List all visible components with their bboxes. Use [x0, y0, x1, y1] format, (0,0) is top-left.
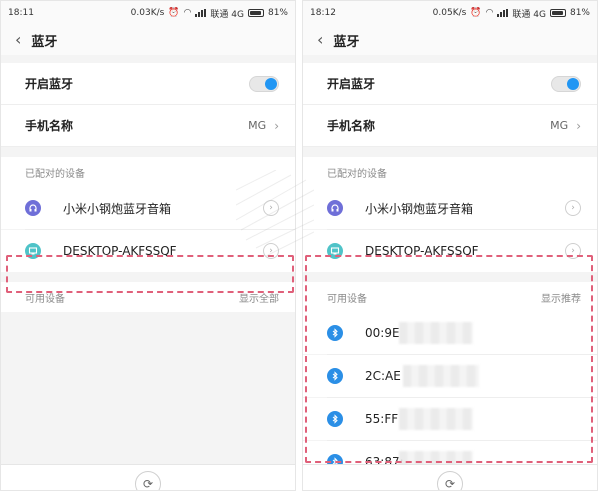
screenshot-stage: 18:11 0.03K/s ⏰ ◠ 联通 4G 81% ‹ 蓝牙 开启蓝牙 手机…	[0, 0, 598, 491]
watermark-graphic	[235, 169, 315, 270]
phone-name-row[interactable]: 手机名称 MG ›	[1, 105, 295, 147]
paired-device-row[interactable]: 小米小钢炮蓝牙音箱 ›	[303, 187, 597, 229]
network-speed: 0.05K/s	[432, 8, 467, 18]
refresh-icon[interactable]: ⟳	[135, 471, 161, 490]
bluetooth-toggle[interactable]	[551, 75, 581, 92]
battery-percent: 81%	[267, 8, 288, 18]
paired-devices-header: 已配对的设备	[303, 157, 597, 187]
bluetooth-toggle[interactable]	[249, 75, 279, 92]
highlight-box	[305, 255, 593, 463]
alarm-icon: ⏰	[168, 8, 180, 18]
headphones-icon	[327, 200, 343, 216]
bluetooth-toggle-label: 开启蓝牙	[25, 77, 74, 91]
bottom-bar: ⟳	[303, 464, 597, 490]
network-speed: 0.03K/s	[130, 8, 165, 18]
device-name: 小米小钢炮蓝牙音箱	[63, 201, 172, 216]
signal-icon	[497, 9, 509, 17]
alarm-icon: ⏰	[470, 8, 482, 18]
phone-name-row[interactable]: 手机名称 MG ›	[303, 105, 597, 147]
status-time: 18:12	[310, 8, 336, 18]
device-settings-button[interactable]: ›	[565, 200, 581, 216]
signal-icon	[195, 9, 207, 17]
chevron-left-icon[interactable]: ‹	[15, 32, 21, 48]
headphones-icon	[25, 200, 41, 216]
page-title: 蓝牙	[333, 34, 360, 50]
battery-icon	[549, 9, 566, 17]
title-bar: ‹ 蓝牙	[1, 25, 295, 55]
battery-percent: 81%	[569, 8, 590, 18]
wifi-icon: ◠	[485, 8, 494, 18]
bluetooth-toggle-row[interactable]: 开启蓝牙	[1, 63, 295, 105]
status-time: 18:11	[8, 8, 34, 18]
device-name: 小米小钢炮蓝牙音箱	[365, 201, 474, 216]
carrier-label: 联通 4G	[210, 9, 244, 20]
phone-name-value: MG	[550, 119, 569, 132]
bluetooth-toggle-row[interactable]: 开启蓝牙	[303, 63, 597, 105]
battery-icon	[247, 9, 264, 17]
bottom-bar: ⟳	[1, 464, 295, 490]
refresh-icon[interactable]: ⟳	[437, 471, 463, 490]
phone-name-value: MG	[248, 119, 267, 132]
chevron-right-icon: ›	[576, 118, 581, 133]
chevron-right-icon: ›	[274, 118, 279, 133]
status-bar: 18:12 0.05K/s ⏰ ◠ 联通 4G 81%	[303, 1, 597, 25]
chevron-left-icon[interactable]: ‹	[317, 32, 323, 48]
wifi-icon: ◠	[183, 8, 192, 18]
phone-name-label: 手机名称	[327, 119, 376, 133]
phone-name-label: 手机名称	[25, 119, 74, 133]
status-bar: 18:11 0.03K/s ⏰ ◠ 联通 4G 81%	[1, 1, 295, 25]
bluetooth-toggle-label: 开启蓝牙	[327, 77, 376, 91]
page-title: 蓝牙	[31, 34, 58, 50]
title-bar: ‹ 蓝牙	[303, 25, 597, 55]
carrier-label: 联通 4G	[512, 9, 546, 20]
